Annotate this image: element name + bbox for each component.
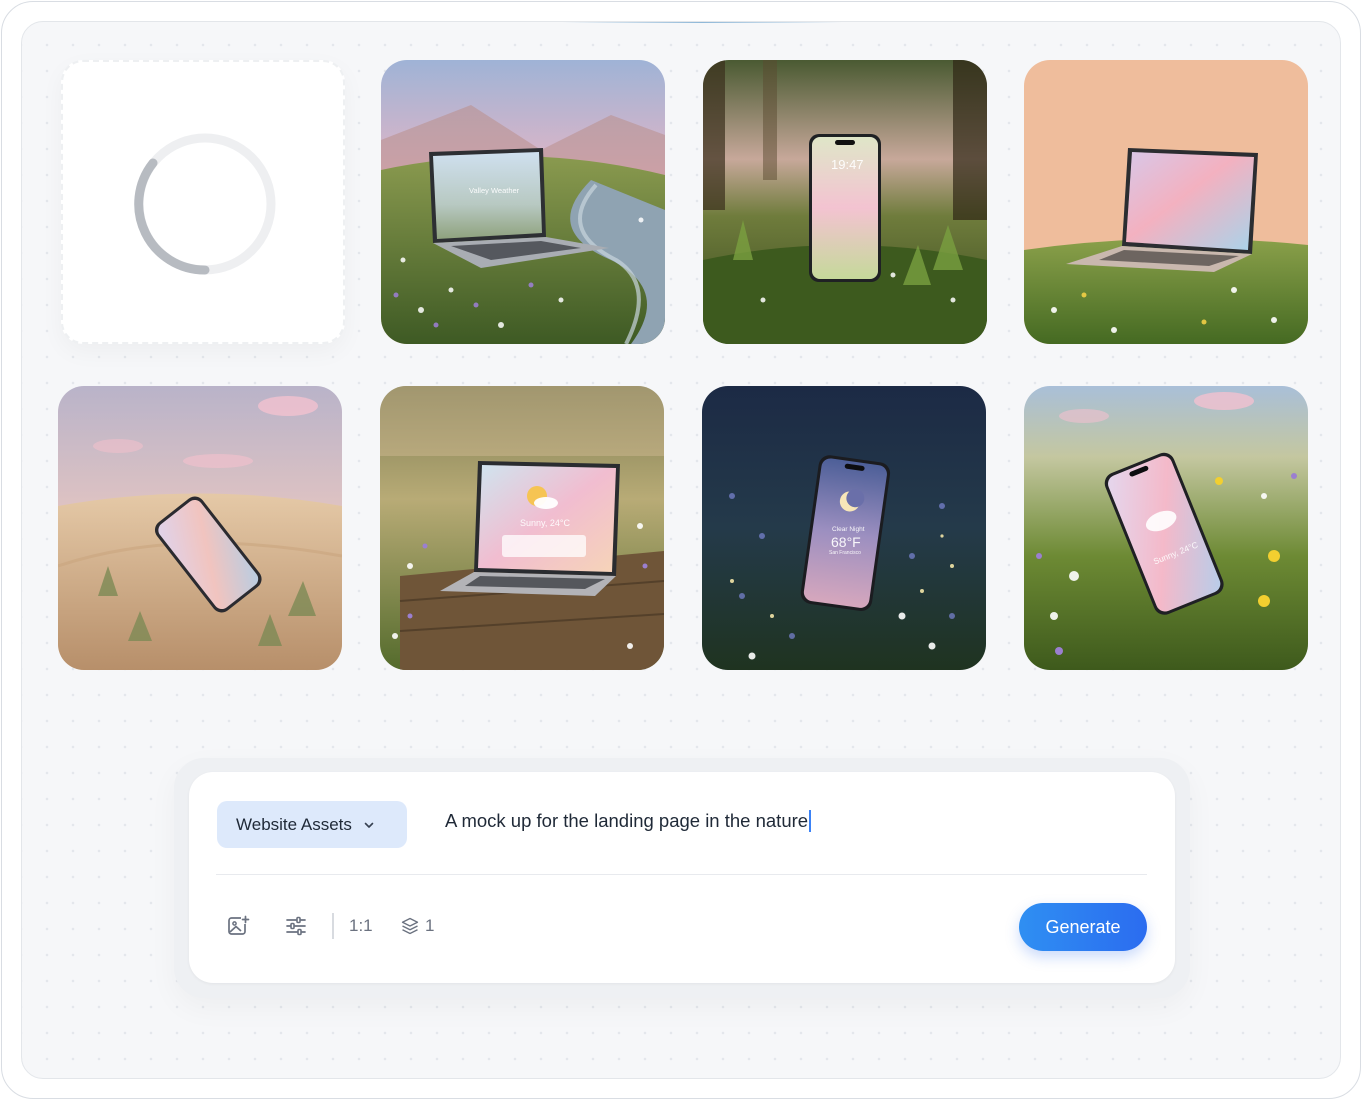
aspect-ratio-label: 1:1	[349, 916, 373, 935]
valley-scene	[381, 60, 665, 344]
screen-condition: Clear Night	[832, 526, 865, 533]
gallery-image-laptop-deck[interactable]: Sunny, 24°C	[380, 386, 664, 670]
screen-time: 19:47	[831, 157, 864, 172]
image-plus-icon	[228, 915, 250, 935]
settings-button[interactable]	[284, 914, 308, 938]
grass-scene	[1024, 386, 1308, 670]
generate-button[interactable]: Generate	[1019, 903, 1147, 951]
gallery-image-laptop-peach[interactable]	[1024, 60, 1308, 344]
image-count-button[interactable]: 1	[400, 914, 434, 938]
prompt-text: A mock up for the landing page in the na…	[445, 810, 809, 831]
category-dropdown[interactable]: Website Assets	[217, 801, 407, 848]
add-image-button[interactable]	[226, 914, 250, 938]
prompt-input[interactable]: A mock up for the landing page in the na…	[445, 810, 812, 832]
screen-weather: Sunny, 24°C	[520, 518, 570, 528]
layers-icon	[401, 917, 419, 935]
aspect-ratio-button[interactable]: 1:1	[349, 914, 373, 938]
top-accent-line	[562, 22, 842, 23]
text-caret	[809, 810, 812, 832]
gallery-image-phone-forest[interactable]: 19:47	[703, 60, 987, 344]
toolbar-separator	[332, 913, 334, 939]
gallery-image-phone-night[interactable]: Clear Night 68°F San Francisco	[702, 386, 986, 670]
composer-divider	[216, 874, 1147, 875]
screen-city: San Francisco	[829, 550, 861, 556]
gallery-image-laptop-valley[interactable]: Valley Weather	[381, 60, 665, 344]
chevron-down-icon	[364, 822, 374, 828]
deck-scene	[380, 386, 664, 670]
category-label: Website Assets	[236, 814, 352, 834]
peach-scene	[1024, 60, 1308, 344]
screen-title: Valley Weather	[469, 186, 520, 195]
loading-tile	[61, 60, 345, 344]
prompt-composer: Website Assets A mock up for the landing…	[189, 772, 1175, 983]
gallery-image-phone-desert[interactable]	[58, 386, 342, 670]
image-count-label: 1	[425, 916, 435, 935]
bottom-accent-line	[562, 1077, 842, 1078]
loading-spinner-icon	[134, 133, 276, 275]
screen-temp: 68°F	[831, 534, 861, 550]
desert-scene	[58, 386, 342, 670]
gallery-image-phone-grass[interactable]: Sunny, 24°C	[1024, 386, 1308, 670]
forest-scene	[703, 60, 987, 344]
sliders-icon	[286, 916, 306, 936]
